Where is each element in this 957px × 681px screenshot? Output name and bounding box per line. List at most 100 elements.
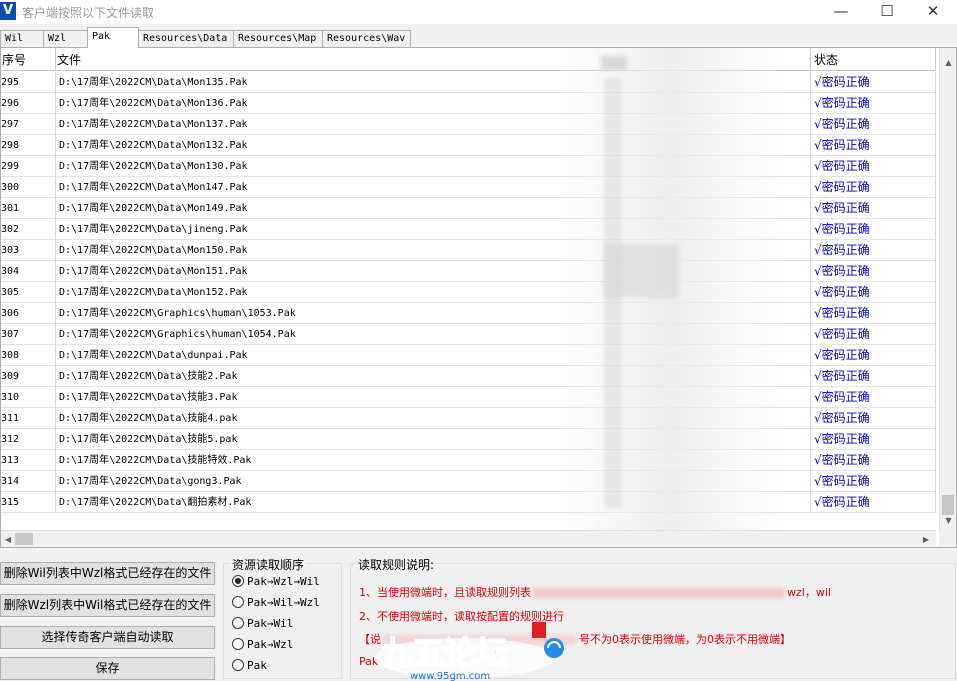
read-order-title: 资源读取顺序 — [230, 556, 307, 573]
tab-pak[interactable]: Pak — [87, 27, 139, 48]
row-status: √密码正确 — [811, 135, 936, 156]
auto-read-client-button[interactable]: 选择传奇客户端自动读取 — [0, 626, 215, 649]
rule-line-3-end: 号不为0表示使用微端，为0表示不用微端】 — [579, 633, 791, 646]
close-button[interactable]: ✕ — [910, 0, 956, 24]
rule-line-1-end: wzl，wil — [787, 586, 831, 599]
row-status: √密码正确 — [811, 93, 936, 114]
row-status: √密码正确 — [811, 240, 936, 261]
row-status: √密码正确 — [811, 114, 936, 135]
tab-wzl[interactable]: Wzl — [43, 30, 88, 47]
table-row[interactable]: 313 D:\17周年\2022CM\Data\技能特效.Pak √密码正确 — [1, 450, 936, 471]
radio-selected-icon[interactable] — [232, 575, 244, 587]
row-index: 310 — [1, 387, 56, 408]
row-index: 309 — [1, 366, 56, 387]
table-row[interactable]: 299 D:\17周年\2022CM\Data\Mon130.Pak √密码正确 — [1, 156, 936, 177]
read-rules-title: 读取规则说明: — [356, 556, 437, 573]
vertical-scrollbar[interactable]: ▲ ▼ — [939, 48, 956, 532]
row-index: 296 — [1, 93, 56, 114]
table-row[interactable]: 312 D:\17周年\2022CM\Data\技能5.pak √密码正确 — [1, 429, 936, 450]
grid-rows: 295 D:\17周年\2022CM\Data\Mon135.Pak √密码正确 29… — [1, 72, 936, 513]
table-row[interactable]: 307 D:\17周年\2022CM\Graphics\human\1054.Pa… — [1, 324, 936, 345]
table-row[interactable]: 315 D:\17周年\2022CM\Data\翻拍素材.Pak √密码正确 — [1, 492, 936, 513]
radio-label: Pak→Wzl→Wil — [247, 575, 320, 588]
row-index: 304 — [1, 261, 56, 282]
scroll-down-icon[interactable]: ▼ — [940, 512, 956, 529]
table-row[interactable]: 309 D:\17周年\2022CM\Data\技能2.Pak √密码正确 — [1, 366, 936, 387]
radio-pak-wil[interactable]: Pak→Wil — [232, 616, 293, 632]
radio-pak-wil-wzl[interactable]: Pak→Wil→Wzl — [232, 595, 320, 611]
row-index: 308 — [1, 345, 56, 366]
row-index: 302 — [1, 219, 56, 240]
table-row[interactable]: 300 D:\17周年\2022CM\Data\Mon147.Pak √密码正确 — [1, 177, 936, 198]
scroll-left-icon[interactable]: ◀ — [1, 531, 15, 547]
row-index: 297 — [1, 114, 56, 135]
table-row[interactable]: 298 D:\17周年\2022CM\Data\Mon132.Pak √密码正确 — [1, 135, 936, 156]
table-row[interactable]: 295 D:\17周年\2022CM\Data\Mon135.Pak √密码正确 — [1, 72, 936, 93]
row-index: 306 — [1, 303, 56, 324]
scroll-right-icon[interactable]: ▶ — [919, 531, 933, 547]
save-button[interactable]: 保存 — [0, 657, 215, 680]
redacted-text — [533, 588, 785, 598]
row-status: √密码正确 — [811, 219, 936, 240]
delete-wil-duplicates-button[interactable]: 删除Wil列表中Wzl格式已经存在的文件 — [0, 562, 215, 585]
row-status: √密码正确 — [811, 450, 936, 471]
radio-icon[interactable] — [232, 659, 244, 671]
radio-pak-wzl[interactable]: Pak→Wzl — [232, 637, 293, 653]
radio-label: Pak→Wil→Wzl — [247, 596, 320, 609]
table-row[interactable]: 302 D:\17周年\2022CM\Data\jineng.Pak √密码正确 — [1, 219, 936, 240]
tab-resources-wav[interactable]: Resources\Wav — [322, 30, 411, 47]
window-title: 客户端按照以下文件读取 — [22, 6, 155, 20]
row-status: √密码正确 — [811, 261, 936, 282]
rule-line-1: 1、当使用微端时，且读取规则列表 wzl，wil — [359, 584, 831, 600]
table-row[interactable]: 310 D:\17周年\2022CM\Data\技能3.Pak √密码正确 — [1, 387, 936, 408]
main-window: V 客户端按照以下文件读取 — ☐ ✕ Wil Wzl Pak Resource… — [0, 0, 957, 681]
delete-wzl-duplicates-button[interactable]: 删除Wzl列表中Wil格式已经存在的文件 — [0, 594, 215, 617]
table-row[interactable]: 314 D:\17周年\2022CM\Data\gong3.Pak √密码正确 — [1, 471, 936, 492]
radio-icon[interactable] — [232, 638, 244, 650]
tab-strip: Wil Wzl Pak Resources\Data Resources\Map… — [0, 27, 957, 48]
grid-header: 序号 文件 状态 — [1, 48, 936, 71]
table-row[interactable]: 308 D:\17周年\2022CM\Data\dunpai.Pak √密码正确 — [1, 345, 936, 366]
row-index: 311 — [1, 408, 56, 429]
row-status: √密码正确 — [811, 177, 936, 198]
row-status: √密码正确 — [811, 303, 936, 324]
redacted-column — [556, 48, 784, 547]
column-header-status[interactable]: 状态 — [811, 48, 936, 71]
radio-pak[interactable]: Pak — [232, 658, 267, 674]
radio-label: Pak→Wzl — [247, 638, 294, 651]
table-row[interactable]: 311 D:\17周年\2022CM\Data\技能4.pak √密码正确 — [1, 408, 936, 429]
horizontal-scroll-thumb[interactable] — [15, 533, 33, 545]
table-row[interactable]: 297 D:\17周年\2022CM\Data\Mon137.Pak √密码正确 — [1, 114, 936, 135]
table-row[interactable]: 303 D:\17周年\2022CM\Data\Mon150.Pak √密码正确 — [1, 240, 936, 261]
rule-line-1-start: 1、当使用微端时，且读取规则列表 — [359, 586, 531, 599]
maximize-button[interactable]: ☐ — [864, 0, 910, 24]
radio-icon[interactable] — [232, 596, 244, 608]
row-status: √密码正确 — [811, 387, 936, 408]
row-index: 307 — [1, 324, 56, 345]
row-status: √密码正确 — [811, 408, 936, 429]
scroll-up-icon[interactable]: ▲ — [940, 54, 956, 71]
table-row[interactable]: 296 D:\17周年\2022CM\Data\Mon136.Pak √密码正确 — [1, 93, 936, 114]
row-index: 295 — [1, 72, 56, 93]
tab-wil[interactable]: Wil — [0, 30, 44, 47]
row-index: 298 — [1, 135, 56, 156]
row-index: 301 — [1, 198, 56, 219]
radio-pak-wzl-wil[interactable]: Pak→Wzl→Wil — [232, 574, 320, 590]
table-row[interactable]: 301 D:\17周年\2022CM\Data\Mon149.Pak √密码正确 — [1, 198, 936, 219]
table-row[interactable]: 305 D:\17周年\2022CM\Data\Mon152.Pak √密码正确 — [1, 282, 936, 303]
scroll-corner — [939, 530, 956, 547]
row-status: √密码正确 — [811, 429, 936, 450]
minimize-button[interactable]: — — [818, 0, 864, 24]
tab-resources-map[interactable]: Resources\Map — [233, 30, 323, 47]
tab-resources-data[interactable]: Resources\Data — [138, 30, 234, 47]
column-header-index[interactable]: 序号 — [1, 48, 56, 71]
radio-icon[interactable] — [232, 617, 244, 629]
table-row[interactable]: 306 D:\17周年\2022CM\Graphics\human\1053.Pa… — [1, 303, 936, 324]
row-index: 315 — [1, 492, 56, 513]
file-list-grid[interactable]: 序号 文件 状态 295 D:\17周年\2022CM\Data\Mon135.P… — [0, 47, 957, 548]
horizontal-scrollbar[interactable]: ◀ ▶ — [1, 530, 936, 547]
row-index: 313 — [1, 450, 56, 471]
watermark-url: www.95gm.com — [410, 671, 490, 681]
table-row[interactable]: 304 D:\17周年\2022CM\Data\Mon151.Pak √密码正确 — [1, 261, 936, 282]
title-bar[interactable]: V 客户端按照以下文件读取 — ☐ ✕ — [0, 0, 957, 24]
